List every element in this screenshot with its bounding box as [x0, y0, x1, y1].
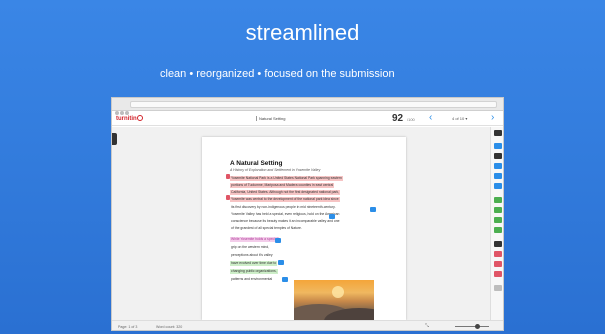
turnitin-logo: turnitin — [116, 115, 143, 122]
comment-bubble-icon[interactable] — [282, 277, 288, 282]
comment-bubble-icon[interactable] — [275, 238, 281, 243]
filter-icon[interactable] — [494, 261, 502, 267]
paper-line[interactable]: conscience because its beauty makes it a… — [230, 219, 341, 224]
score-max: /100 — [407, 117, 415, 122]
green-tool-icon[interactable] — [494, 197, 502, 203]
comment-bubble-icon[interactable] — [329, 214, 335, 219]
word-count: Word count: 320 — [156, 325, 183, 329]
green-list-icon[interactable] — [494, 217, 502, 223]
rubric-icon[interactable] — [494, 163, 502, 169]
page-count: Page: 1 of 3 — [118, 325, 138, 329]
paper-line[interactable]: portions of Tuolumne, Mariposa and Mader… — [230, 183, 335, 188]
paper-subtitle: A History of Exploration and Settlement … — [230, 168, 321, 172]
paper-line[interactable]: Yosemite Valley has held a special, even… — [230, 212, 340, 217]
disable-icon[interactable] — [494, 271, 502, 277]
submission-selector[interactable]: 4 of 10 ▾ — [452, 116, 467, 121]
user-icon[interactable] — [494, 207, 502, 213]
slide-subtitle: clean • reorganized • focused on the sub… — [160, 68, 395, 80]
app-header: turnitin Natural Setting 92 /100 ‹ 4 of … — [112, 111, 503, 126]
red-report-icon[interactable] — [494, 251, 502, 257]
download-icon[interactable] — [494, 227, 502, 233]
prev-submission-button[interactable]: ‹ — [429, 112, 432, 123]
next-submission-button[interactable]: › — [491, 112, 494, 123]
paper-line[interactable]: its first discovery by non-indigenous pe… — [230, 205, 337, 210]
zoom-slider[interactable] — [455, 326, 489, 327]
comment-icon[interactable] — [494, 143, 502, 149]
paper-line[interactable]: of the grandest of all special temples o… — [230, 226, 303, 231]
landscape-image — [294, 280, 374, 320]
score-value[interactable]: 92 — [392, 113, 403, 124]
browser-chrome — [112, 98, 503, 115]
slide-title: streamlined — [245, 20, 360, 45]
red-flag-icon[interactable] — [494, 241, 502, 247]
paper-line[interactable]: perceptions about it's valley — [230, 253, 274, 258]
paper-line[interactable]: changing public organizations, — [230, 269, 278, 274]
tool-rail — [490, 127, 503, 320]
document-title: Natural Setting — [256, 116, 285, 121]
paper-line[interactable]: Yosemite was central to the development … — [230, 197, 340, 202]
quickmark-icon[interactable] — [494, 153, 502, 159]
logo-ring-icon — [136, 115, 143, 121]
paper-page[interactable]: A Natural Setting A History of Explorati… — [202, 137, 406, 320]
paper-line[interactable]: have evolved over time due to — [230, 261, 278, 266]
settings-icon[interactable] — [494, 285, 502, 291]
paper-line[interactable]: Yosemite National Park is a United State… — [230, 176, 343, 181]
fullscreen-icon[interactable]: ⤡ — [425, 323, 429, 329]
paper-line[interactable]: patterns and environmental — [230, 277, 273, 282]
address-bar[interactable] — [130, 101, 497, 108]
layers-icon[interactable] — [494, 130, 502, 136]
paper-line[interactable]: While Yosemite holds a special — [230, 237, 279, 242]
document-viewer: A Natural Setting A History of Explorati… — [112, 127, 490, 320]
info-icon[interactable] — [494, 183, 502, 189]
paper-line[interactable]: California, United States. Although not … — [230, 190, 341, 195]
grading-icon[interactable] — [494, 173, 502, 179]
match-marker-icon[interactable] — [226, 195, 230, 200]
paper-line[interactable]: grip on the western mind, — [230, 245, 270, 250]
comment-bubble-icon[interactable] — [370, 207, 376, 212]
status-bar: Page: 1 of 3 Word count: 320 ⤡ — [112, 320, 503, 330]
match-marker-icon[interactable] — [226, 174, 230, 179]
side-panel-toggle[interactable] — [112, 133, 117, 145]
app-window: turnitin Natural Setting 92 /100 ‹ 4 of … — [111, 97, 504, 331]
comment-bubble-icon[interactable] — [278, 260, 284, 265]
zoom-slider-handle[interactable] — [475, 324, 480, 329]
slide-background: streamlined clean • reorganized • focuse… — [0, 0, 605, 334]
paper-title: A Natural Setting — [230, 160, 283, 167]
